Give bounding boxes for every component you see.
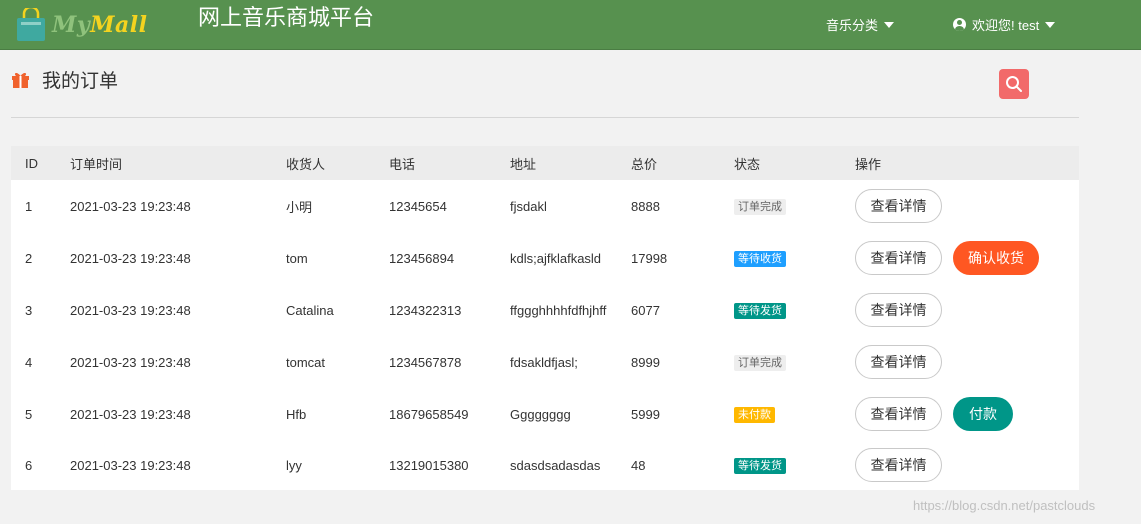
status-badge: 订单完成 — [734, 198, 786, 215]
cell-receiver: 小明 — [286, 199, 313, 215]
cell-status: 等待发货 — [734, 302, 786, 319]
cell-phone: 1234567878 — [389, 354, 462, 370]
view-details-button[interactable]: 查看详情 — [855, 345, 942, 379]
cell-actions: 查看详情 — [855, 448, 942, 482]
top-navbar: MyMall 网上音乐商城平台 音乐分类 欢迎您! test — [0, 0, 1141, 50]
view-details-button[interactable]: 查看详情 — [855, 189, 942, 223]
nav-music-category[interactable]: 音乐分类 — [826, 15, 895, 34]
cell-actions: 查看详情 确认收货 — [855, 241, 1039, 275]
header-address: 地址 — [510, 156, 537, 172]
cell-actions: 查看详情 — [855, 293, 942, 327]
table-row: 3 2021-03-23 19:23:48 Catalina 1234322313 ff… — [11, 284, 1079, 336]
caret-down-icon — [884, 22, 895, 28]
header-total: 总价 — [631, 156, 658, 172]
pay-button[interactable]: 付款 — [953, 397, 1013, 431]
cell-total: 17998 — [631, 250, 668, 266]
cell-id: 2 — [25, 250, 33, 266]
table-header: ID 订单时间 收货人 电话 地址 总价 状态 操作 — [11, 146, 1079, 180]
divider — [11, 117, 1079, 118]
view-details-button[interactable]: 查看详情 — [855, 397, 942, 431]
header-id: ID — [25, 155, 38, 171]
cell-status: 等待发货 — [734, 457, 786, 474]
cell-actions: 查看详情 — [855, 345, 942, 379]
table-row: 1 2021-03-23 19:23:48 小明 12345654 fjsdakl 888… — [11, 180, 1079, 232]
header-order-time: 订单时间 — [70, 156, 123, 172]
nav-category-label: 音乐分类 — [826, 18, 879, 33]
cell-phone: 12345654 — [389, 198, 447, 214]
cell-status: 订单完成 — [734, 198, 786, 215]
cell-address: Gggggggg — [510, 406, 571, 422]
user-circle-icon — [953, 18, 966, 31]
view-details-button[interactable]: 查看详情 — [855, 241, 942, 275]
view-details-button[interactable]: 查看详情 — [855, 293, 942, 327]
cell-id: 4 — [25, 354, 33, 370]
cell-address: sdasdsadasdas — [510, 457, 601, 473]
status-badge: 等待收货 — [734, 250, 786, 267]
cell-order-time: 2021-03-23 19:23:48 — [70, 354, 191, 370]
cell-order-time: 2021-03-23 19:23:48 — [70, 198, 191, 214]
search-icon — [1006, 76, 1022, 92]
shopping-bag-icon — [17, 8, 45, 41]
cell-address: ffggghhhhfdfhjhff — [510, 302, 607, 318]
cell-receiver: lyy — [286, 457, 302, 473]
view-details-button[interactable]: 查看详情 — [855, 448, 942, 482]
cell-id: 5 — [25, 406, 33, 422]
nav-user-menu[interactable]: 欢迎您! test — [953, 15, 1056, 34]
page-heading: 我的订单 — [11, 66, 118, 93]
status-badge: 等待发货 — [734, 302, 786, 319]
caret-down-icon — [1045, 22, 1056, 28]
orders-table: ID 订单时间 收货人 电话 地址 总价 状态 操作 1 2021-03-23 1… — [11, 146, 1079, 490]
header-status: 状态 — [734, 156, 761, 172]
cell-id: 3 — [25, 302, 33, 318]
cell-receiver: Hfb — [286, 406, 307, 422]
status-badge: 未付款 — [734, 406, 775, 423]
cell-address: fjsdakl — [510, 198, 547, 214]
cell-total: 8999 — [631, 354, 660, 370]
site-logo[interactable]: MyMall — [14, 4, 154, 46]
cell-order-time: 2021-03-23 19:23:48 — [70, 457, 191, 473]
header-actions: 操作 — [855, 156, 882, 172]
cell-address: fdsakldfjasl; — [510, 354, 578, 370]
watermark: https://blog.csdn.net/pastclouds — [913, 498, 1096, 513]
cell-status: 未付款 — [734, 406, 775, 423]
status-badge: 订单完成 — [734, 354, 786, 371]
cell-receiver: tom — [286, 250, 308, 266]
site-title: 网上音乐商城平台 — [198, 6, 375, 31]
cell-receiver: Catalina — [286, 302, 334, 318]
cell-phone: 123456894 — [389, 250, 455, 266]
search-button[interactable] — [999, 69, 1029, 99]
cell-actions: 查看详情 付款 — [855, 397, 1013, 431]
cell-status: 等待收货 — [734, 250, 786, 267]
table-row: 5 2021-03-23 19:23:48 Hfb 18679658549 Gggggg… — [11, 388, 1079, 440]
nav-user-label: 欢迎您! test — [972, 18, 1040, 33]
cell-phone: 1234322313 — [389, 302, 462, 318]
cell-order-time: 2021-03-23 19:23:48 — [70, 250, 191, 266]
page-title: 我的订单 — [42, 70, 119, 92]
cell-address: kdls;ajfklafkasld — [510, 250, 602, 266]
header-receiver: 收货人 — [286, 156, 326, 172]
table-body: 1 2021-03-23 19:23:48 小明 12345654 fjsdakl 888… — [11, 180, 1079, 490]
cell-total: 8888 — [631, 198, 660, 214]
table-row: 4 2021-03-23 19:23:48 tomcat 1234567878 fdsa… — [11, 336, 1079, 388]
cell-total: 5999 — [631, 406, 660, 422]
cell-id: 1 — [25, 198, 33, 214]
cell-actions: 查看详情 — [855, 189, 942, 223]
gift-icon — [12, 72, 29, 88]
logo-text: MyMall — [52, 12, 148, 38]
cell-receiver: tomcat — [286, 354, 326, 370]
cell-order-time: 2021-03-23 19:23:48 — [70, 406, 191, 422]
cell-id: 6 — [25, 457, 33, 473]
cell-phone: 13219015380 — [389, 457, 469, 473]
cell-total: 6077 — [631, 302, 660, 318]
table-row: 2 2021-03-23 19:23:48 tom 123456894 kdls;ajf… — [11, 232, 1079, 284]
cell-order-time: 2021-03-23 19:23:48 — [70, 302, 191, 318]
cell-total: 48 — [631, 457, 646, 473]
status-badge: 等待发货 — [734, 457, 786, 474]
table-row: 6 2021-03-23 19:23:48 lyy 13219015380 sdasds… — [11, 440, 1079, 490]
header-phone: 电话 — [389, 156, 416, 172]
confirm-receipt-button[interactable]: 确认收货 — [953, 241, 1039, 275]
cell-phone: 18679658549 — [389, 406, 469, 422]
cell-status: 订单完成 — [734, 354, 786, 371]
